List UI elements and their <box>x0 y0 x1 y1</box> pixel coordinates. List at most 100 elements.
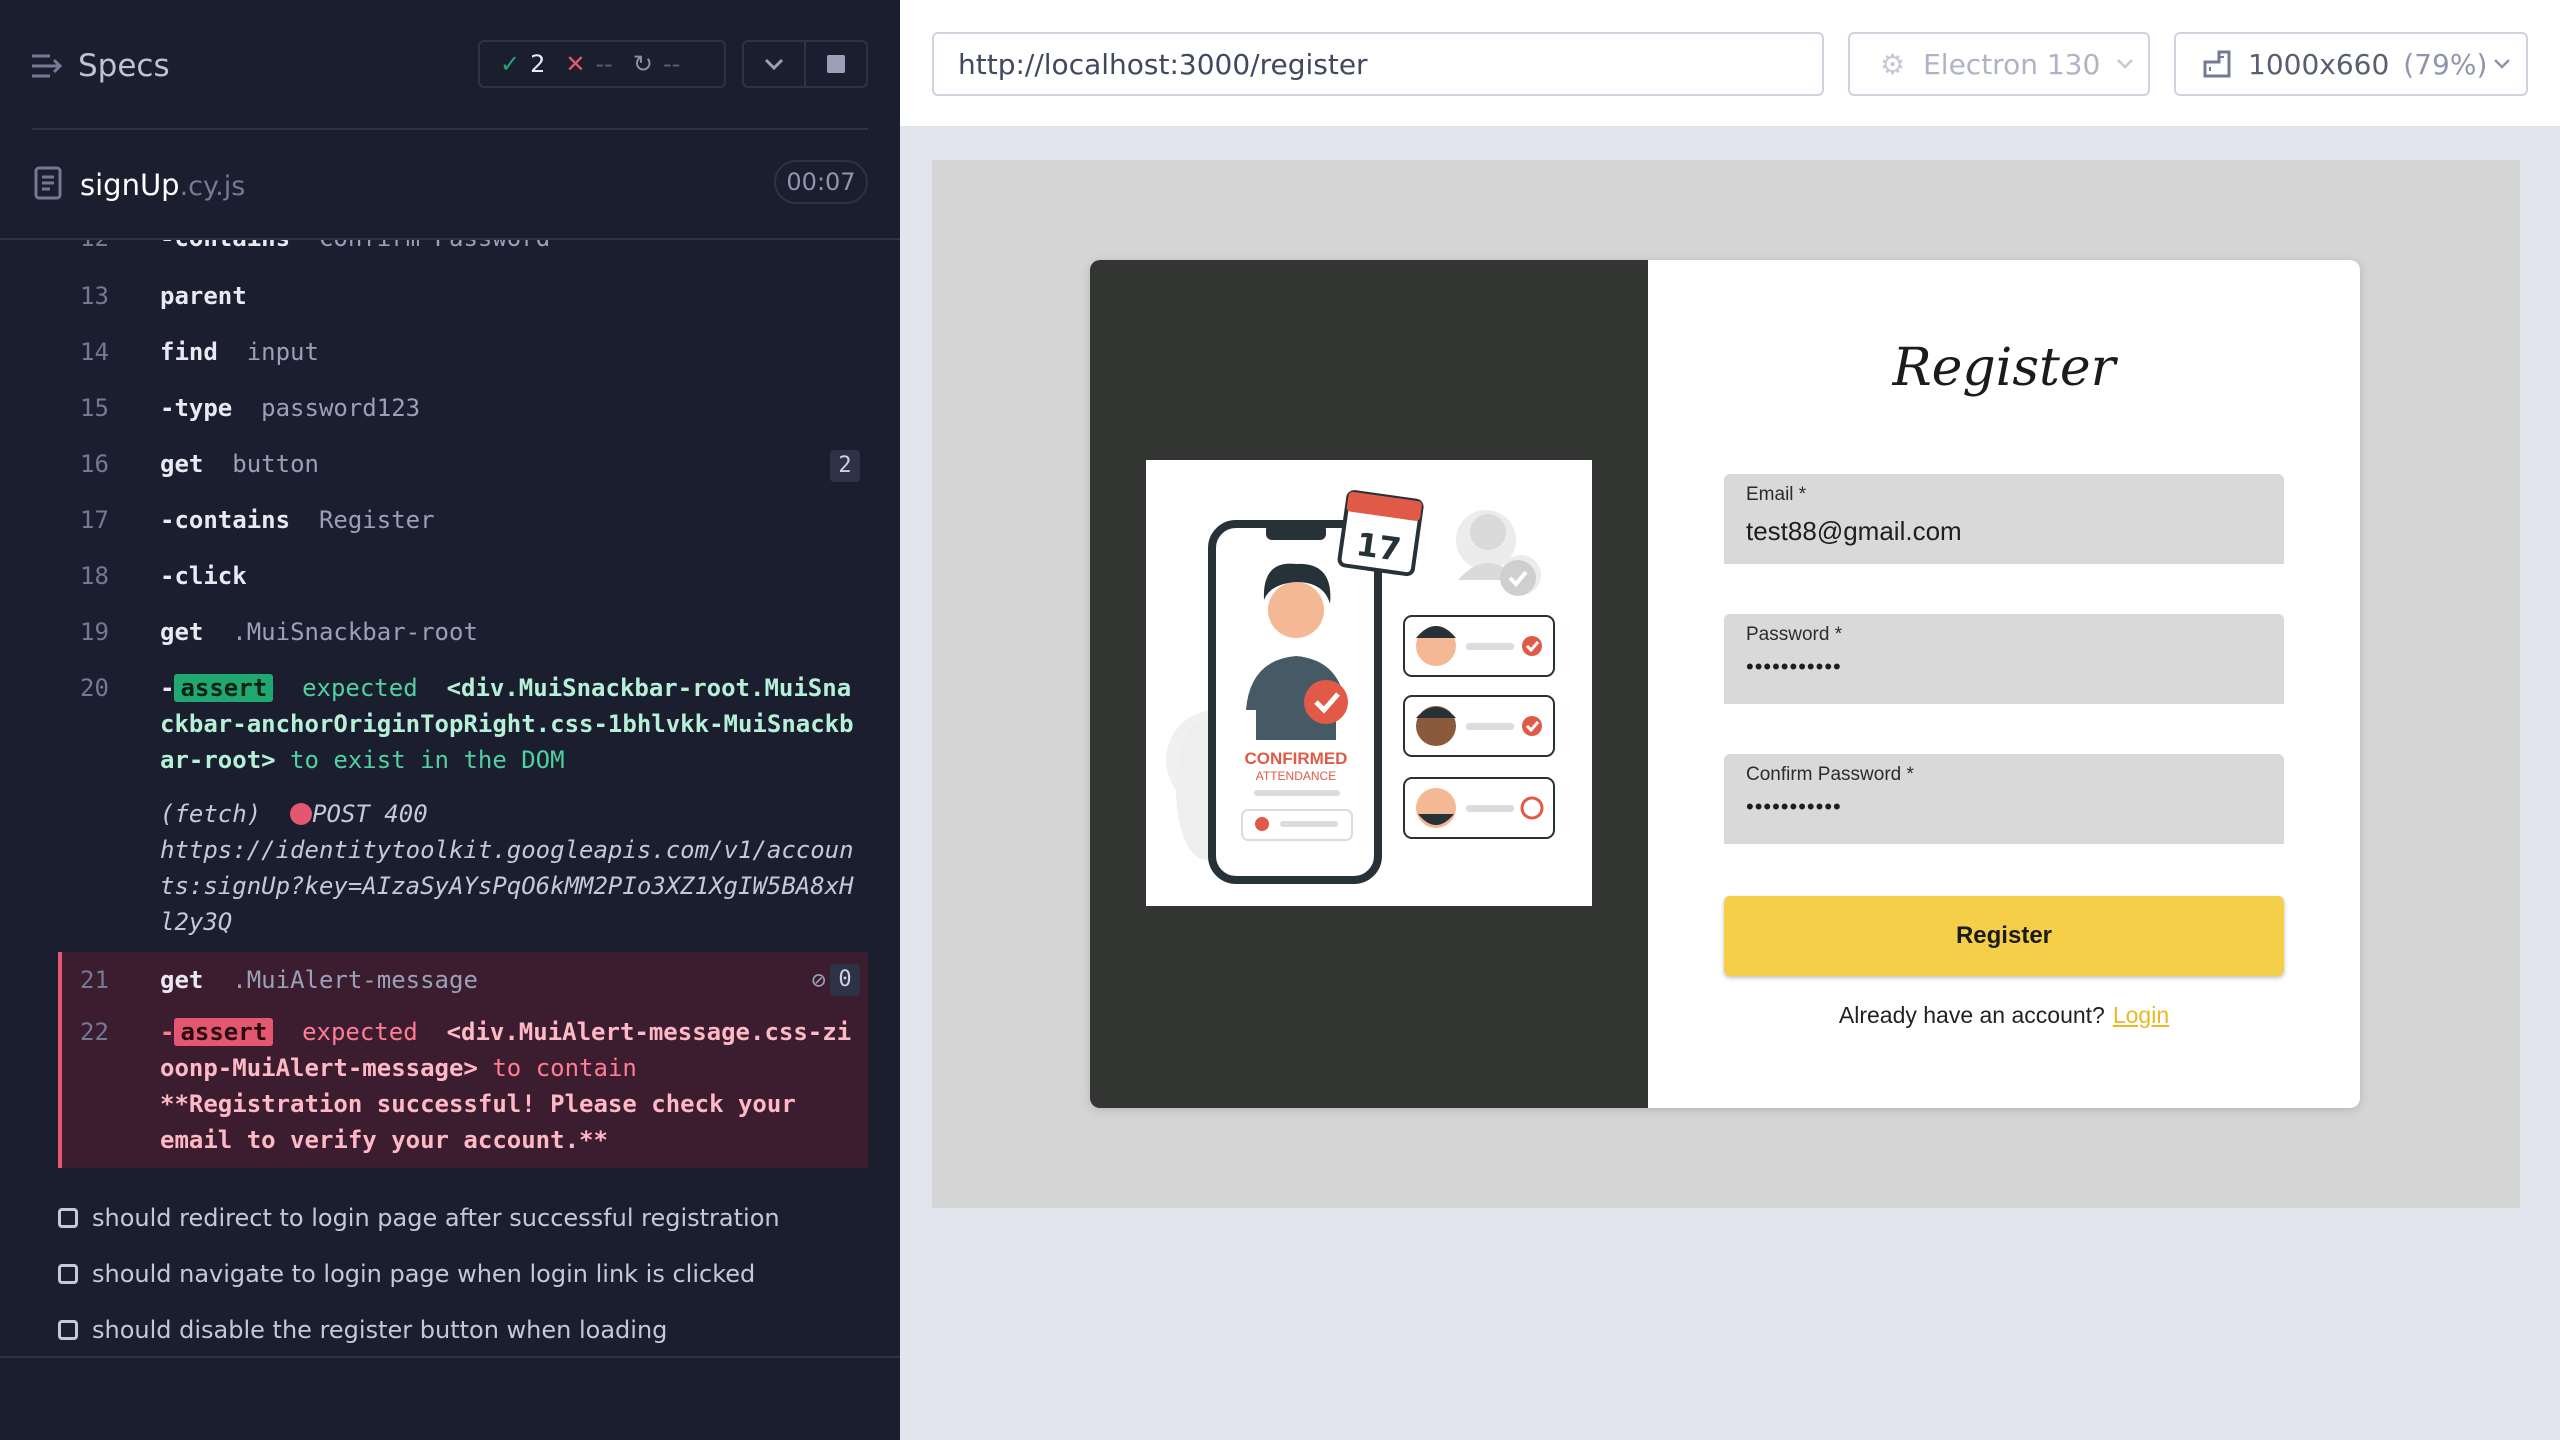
assert-row-pass[interactable]: 20 - assert expected <div.MuiSnackbar-roo… <box>58 670 868 780</box>
test-title: should navigate to login page when login… <box>92 1260 756 1288</box>
checkbox-icon <box>58 1208 78 1228</box>
card-illustration-panel: CONFIRMED ATTENDANCE 17 <box>1090 260 1648 1108</box>
ruler-icon <box>2203 50 2231 78</box>
pending-test[interactable]: should redirect to login page after succ… <box>58 1198 780 1238</box>
illustration-graphic: CONFIRMED ATTENDANCE 17 <box>1166 490 1555 884</box>
chevron-down-icon <box>764 58 784 71</box>
stop-button[interactable] <box>804 40 868 88</box>
command-number: 18 <box>80 562 109 590</box>
error-dot-icon <box>290 803 313 825</box>
eye-slash-icon: ⊘ <box>811 966 826 994</box>
spinner-icon: ↻ <box>632 50 653 78</box>
command-arg: .MuiAlert-message <box>232 966 478 994</box>
command-arg: Register <box>318 506 435 534</box>
test-title: should redirect to login page after succ… <box>92 1204 780 1232</box>
email-field[interactable]: Email * test88@gmail.com <box>1724 474 2284 564</box>
url-display[interactable]: http://localhost:3000/register <box>932 32 1824 96</box>
command-arg: .MuiSnackbar-root <box>232 618 478 646</box>
viewport-zoom: (79%) <box>2403 47 2488 81</box>
viewport-size: 1000x660 <box>2248 47 2390 81</box>
command-name: -click <box>160 562 247 590</box>
browser-selector[interactable]: ⚙ Electron 130 <box>1848 32 2150 96</box>
spec-file-basename: signUp <box>80 168 180 202</box>
checkbox-icon <box>58 1320 78 1340</box>
command-arg: password123 <box>261 394 421 422</box>
assert-expected: expected <box>302 1018 418 1046</box>
command-number: 13 <box>80 282 109 310</box>
test-stats: ✓ 2 ✕ -- ↻ -- <box>478 40 726 88</box>
command-row[interactable]: 21 get .MuiAlert-message ⊘ 0 <box>58 952 868 1008</box>
register-button[interactable]: Register <box>1724 896 2284 976</box>
login-prompt: Already have an account? Login <box>1648 1002 2360 1029</box>
spec-file-name: signUp.cy.js <box>80 168 245 202</box>
command-number: 21 <box>80 966 109 994</box>
fetch-log[interactable]: (fetch) POST 400 https://identitytoolkit.… <box>58 796 868 936</box>
assert-message: **Registration successful! Please check … <box>160 1090 796 1154</box>
fetch-method: POST 400 <box>312 800 428 828</box>
command-name: -contains <box>160 240 290 252</box>
pending-stat: ↻ -- <box>633 50 680 78</box>
login-prompt-text: Already have an account? <box>1838 1002 2105 1028</box>
divider <box>0 1356 900 1358</box>
failed-commands: 21 get .MuiAlert-message ⊘ 0 22 - assert … <box>58 952 868 1168</box>
chevron-down-icon <box>2117 59 2134 69</box>
browser-name: Electron 130 <box>1923 47 2101 81</box>
register-form: Register Email * test88@gmail.com Passwo… <box>1648 260 2360 1108</box>
pending-test[interactable]: should disable the register button when … <box>58 1310 667 1350</box>
passed-count: 2 <box>530 50 546 78</box>
confirm-password-label: Confirm Password * <box>1746 764 1914 786</box>
browser-icon: ⚙ <box>1880 47 1906 81</box>
document-icon <box>34 166 62 200</box>
command-name: find <box>160 338 218 366</box>
illustration-headline: CONFIRMED <box>1245 749 1348 768</box>
fetch-label: (fetch) <box>160 800 262 828</box>
command-name: -contains <box>160 506 291 534</box>
cypress-reporter: Specs ✓ 2 ✕ -- ↻ -- signUp.cy.js 00:07 1… <box>0 0 900 1440</box>
command-row[interactable]: 16 get button 2 <box>58 446 868 486</box>
reporter-header: Specs ✓ 2 ✕ -- ↻ -- <box>0 0 900 130</box>
failed-count: -- <box>595 50 613 78</box>
command-number: 12 <box>80 240 130 256</box>
command-number: 15 <box>80 394 109 422</box>
viewport-selector[interactable]: 1000x660 (79%) <box>2174 32 2528 96</box>
confirm-password-label-text: Confirm Password <box>1746 764 1902 785</box>
auto-scroll-button[interactable] <box>742 40 806 88</box>
password-value: ••••••••••• <box>1746 654 1842 679</box>
assert-badge: assert <box>174 1018 274 1046</box>
confirmed-attendance-illustration: CONFIRMED ATTENDANCE 17 <box>1146 460 1592 906</box>
confirm-password-field[interactable]: Confirm Password * ••••••••••• <box>1724 754 2284 844</box>
command-number: 19 <box>80 618 109 646</box>
assert-expected: expected <box>302 674 418 702</box>
password-label-text: Password <box>1746 624 1830 645</box>
assert-tail: to contain <box>492 1054 637 1082</box>
assert-badge: assert <box>174 674 274 702</box>
spec-file-header: signUp.cy.js 00:07 <box>30 160 868 210</box>
command-number: 20 <box>80 674 109 702</box>
command-arg: input <box>246 338 319 366</box>
command-arg: Confirm Password <box>319 240 550 252</box>
email-label-text: Email <box>1746 484 1794 505</box>
illustration-subline: ATTENDANCE <box>1256 769 1336 783</box>
command-name: get <box>160 450 204 478</box>
pending-test[interactable]: should navigate to login page when login… <box>58 1254 755 1294</box>
confirm-password-value: ••••••••••• <box>1746 794 1842 819</box>
assert-tail: to exist in the DOM <box>290 746 565 774</box>
cross-icon: ✕ <box>565 50 586 78</box>
divider <box>32 128 868 130</box>
assert-row-fail[interactable]: 22 - assert expected <div.MuiAlert-messag… <box>58 1014 868 1164</box>
command-arg: button <box>232 450 319 478</box>
aut-header: http://localhost:3000/register ⚙ Electro… <box>900 0 2560 128</box>
email-value: test88@gmail.com <box>1746 516 1962 546</box>
spec-file-ext: .cy.js <box>179 171 246 202</box>
fetch-url: https://identitytoolkit.googleapis.com/v… <box>160 836 854 936</box>
calendar-day: 17 <box>1354 525 1403 569</box>
specs-title[interactable]: Specs <box>78 48 170 84</box>
collapse-menu-icon[interactable] <box>30 52 64 80</box>
failed-stat: ✕ -- <box>565 50 612 78</box>
command-number: 17 <box>80 506 109 534</box>
pending-count: -- <box>662 50 681 78</box>
checkbox-icon <box>58 1264 78 1284</box>
login-link[interactable]: Login <box>2113 1002 2169 1028</box>
required-marker: * <box>1798 484 1807 505</box>
password-field[interactable]: Password * ••••••••••• <box>1724 614 2284 704</box>
